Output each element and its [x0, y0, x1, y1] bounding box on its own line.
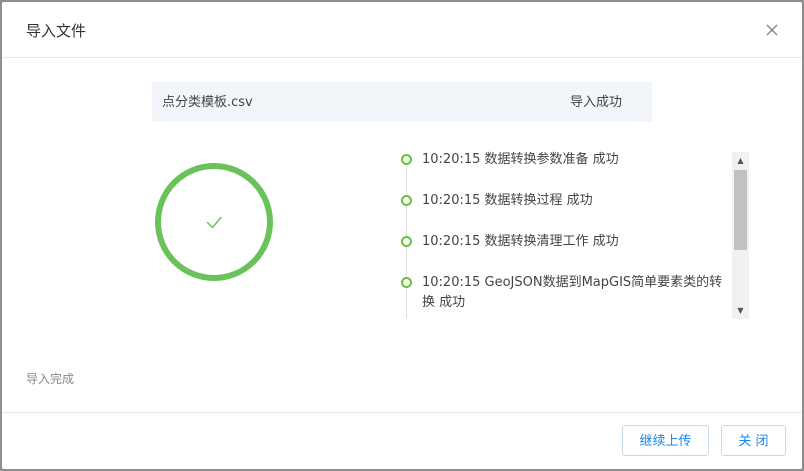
file-name: 点分类模板.csv	[162, 95, 253, 110]
dialog-header: 导入文件	[2, 2, 802, 58]
scrollbar-thumb[interactable]	[734, 170, 747, 250]
timeline-dot-icon	[401, 236, 412, 247]
scroll-up-icon[interactable]: ▲	[732, 152, 749, 169]
scroll-down-icon[interactable]: ▼	[732, 302, 749, 319]
timeline-dot-icon	[401, 154, 412, 165]
progress-circle	[152, 160, 276, 284]
timeline-dot-icon	[401, 277, 412, 288]
log-text: 10:20:15 数据转换过程 成功	[422, 193, 593, 208]
file-info-bar: 点分类模板.csv 导入成功	[152, 82, 652, 122]
continue-upload-button[interactable]: 继续上传	[622, 425, 709, 456]
log-scrollbar[interactable]: ▲ ▼	[732, 152, 749, 319]
dialog-footer: 继续上传 关 闭	[2, 412, 802, 470]
import-file-dialog: 导入文件 点分类模板.csv 导入成功 10:20:15 数据转换参数准备 成功…	[2, 2, 802, 469]
log-text: 10:20:15 数据转换清理工作 成功	[422, 234, 619, 249]
timeline-dot-icon	[401, 195, 412, 206]
log-text: 10:20:15 GeoJSON数据到MapGIS简单要素类的转换 成功	[422, 275, 723, 310]
close-button[interactable]: 关 闭	[721, 425, 786, 456]
check-icon	[206, 216, 222, 229]
dialog-title: 导入文件	[26, 22, 87, 40]
import-status-text: 导入完成	[26, 372, 75, 386]
close-icon[interactable]	[764, 22, 780, 38]
close-icon-graphic	[766, 24, 778, 36]
import-log-list: 10:20:15 数据转换参数准备 成功 10:20:15 数据转换过程 成功 …	[400, 150, 725, 318]
file-import-status: 导入成功	[569, 95, 622, 110]
progress-ring	[155, 163, 273, 281]
log-text: 10:20:15 数据转换参数准备 成功	[422, 152, 619, 167]
